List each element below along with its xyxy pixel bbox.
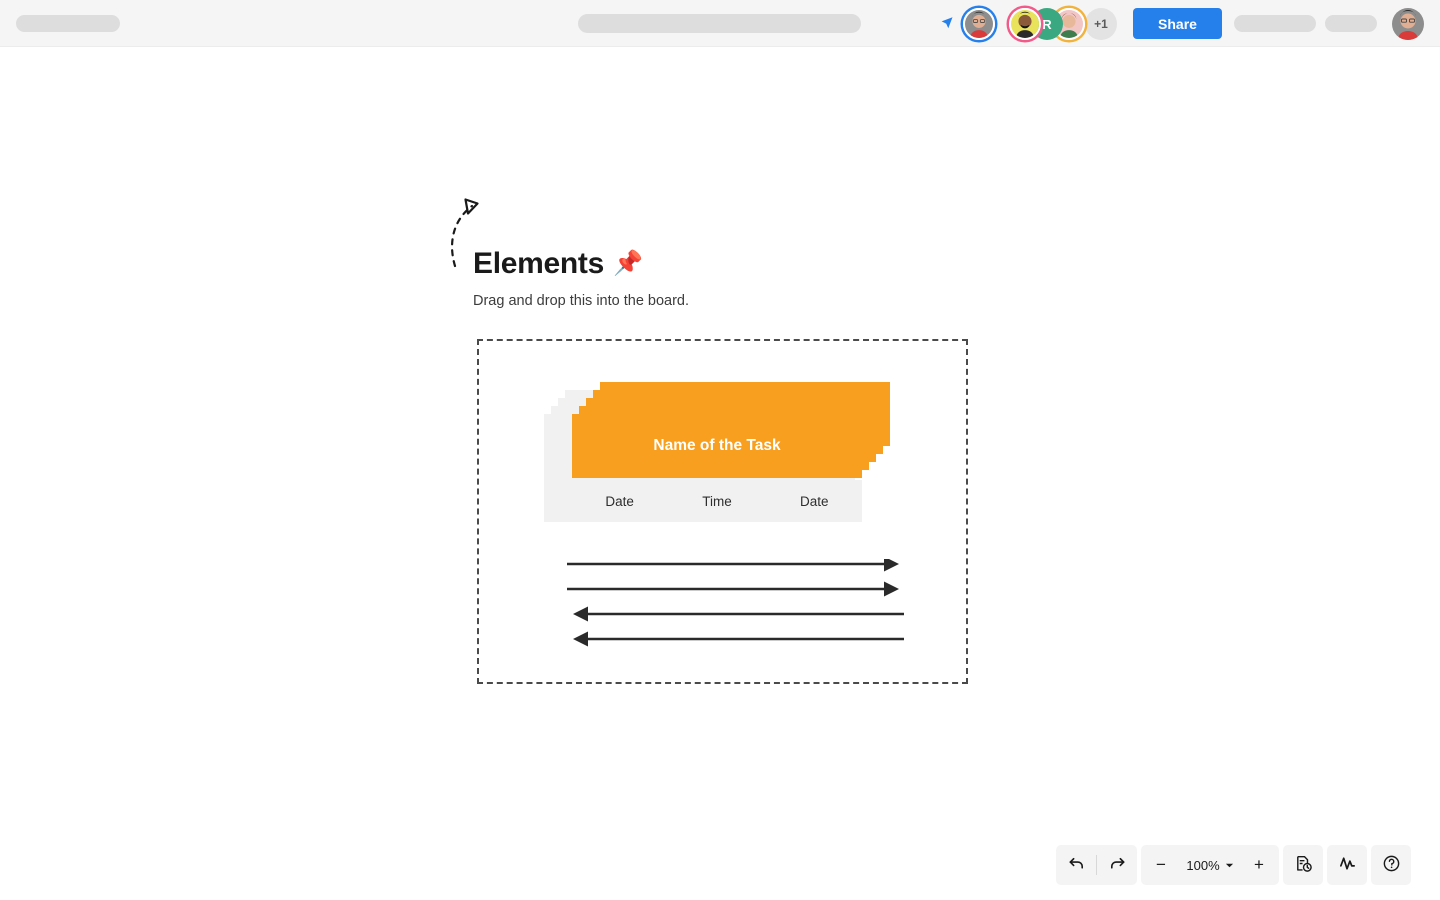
undo-button[interactable]: [1056, 845, 1096, 885]
current-user-avatar[interactable]: [1392, 8, 1424, 40]
header-placeholder-right-a: [1234, 14, 1316, 32]
activity-button[interactable]: [1327, 845, 1367, 885]
undo-arrow-icon: [1067, 854, 1086, 876]
page-title-text: Elements: [473, 247, 604, 280]
zoom-level-value: 100%: [1186, 857, 1220, 873]
zoom-level-dropdown[interactable]: 100%: [1181, 845, 1239, 885]
task-card-title: Name of the Task: [572, 414, 862, 478]
avatar-overflow-count[interactable]: +1: [1085, 8, 1117, 40]
history-group: [1283, 845, 1323, 885]
arrowhead-right-2: [884, 581, 899, 597]
svg-text:R: R: [1042, 17, 1052, 32]
activity-group: [1327, 845, 1367, 885]
page-subtitle: Drag and drop this into the board.: [473, 293, 690, 309]
page-title: Elements 📌: [473, 247, 643, 281]
undo-redo-group: [1056, 845, 1137, 885]
header-bar: R +1 Share: [0, 0, 1440, 47]
chevron-down-icon: [1225, 858, 1234, 873]
header-placeholder-left: [16, 14, 120, 32]
board-canvas[interactable]: Elements 📌 Drag and drop this into the b…: [0, 47, 1440, 900]
help-group: [1371, 845, 1411, 885]
activity-pulse-icon: [1338, 854, 1357, 876]
header-placeholder-right-b: [1325, 14, 1377, 32]
task-card-cells: Date Time Date: [572, 480, 862, 522]
history-button[interactable]: [1283, 845, 1323, 885]
task-card[interactable]: Name of the Task Date Time Date: [572, 414, 862, 522]
task-card-cell[interactable]: Date: [766, 480, 862, 522]
cursor-pointer-icon: [938, 14, 956, 32]
drop-zone-container[interactable]: Name of the Task Date Time Date: [477, 339, 968, 684]
redo-button[interactable]: [1097, 845, 1137, 885]
arrowhead-left-1: [573, 606, 588, 622]
header-placeholder-center: [578, 13, 861, 33]
redo-arrow-icon: [1108, 854, 1127, 876]
arrow-group: [566, 556, 906, 664]
document-history-icon: [1294, 854, 1313, 876]
help-question-icon: [1382, 854, 1401, 876]
arrowhead-left-2: [573, 631, 588, 647]
share-button[interactable]: Share: [1133, 8, 1222, 39]
bottom-toolbar: − 100% +: [1056, 845, 1411, 885]
zoom-in-button[interactable]: +: [1239, 845, 1279, 885]
zoom-group: − 100% +: [1141, 845, 1279, 885]
task-card-cell[interactable]: Time: [669, 480, 765, 522]
task-card-cell[interactable]: Date: [572, 480, 668, 522]
zoom-out-button[interactable]: −: [1141, 845, 1181, 885]
task-card-stack[interactable]: Name of the Task Date Time Date: [544, 382, 890, 522]
avatar[interactable]: [963, 8, 995, 40]
help-button[interactable]: [1371, 845, 1411, 885]
pushpin-icon: 📌: [613, 250, 643, 277]
arrowhead-right-1: [884, 556, 899, 572]
avatar[interactable]: [1009, 8, 1041, 40]
